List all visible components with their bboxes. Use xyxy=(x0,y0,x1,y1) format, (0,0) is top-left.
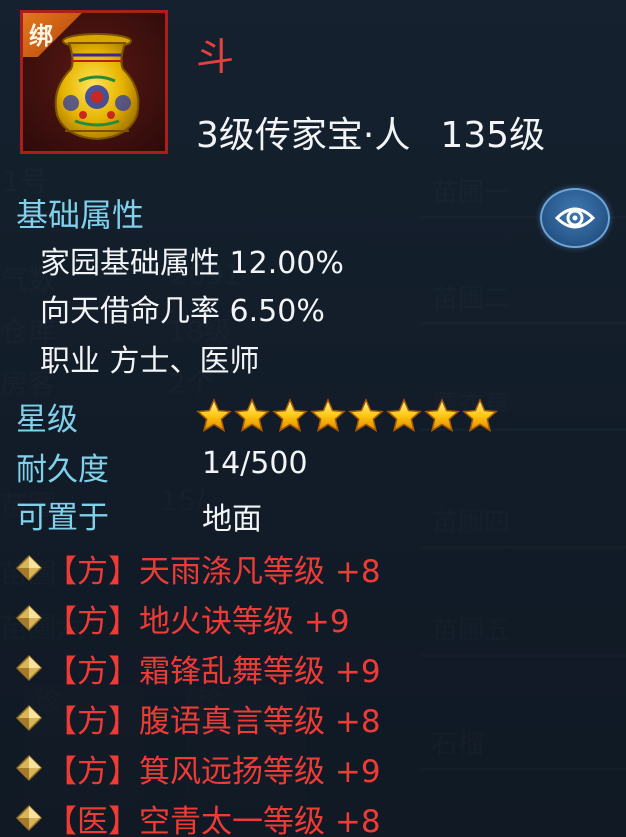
gold-star-icon xyxy=(424,398,460,434)
durability-label: 耐久度 xyxy=(16,452,109,488)
gold-star-icon xyxy=(386,398,422,434)
gold-star-icon xyxy=(272,398,308,434)
skill-bonus-row: 【方】箕风远扬等级 +9 xyxy=(14,748,381,790)
item-level: 135级 xyxy=(440,115,546,156)
section-title-base-attributes: 基础属性 xyxy=(16,196,145,234)
attribute-line: 家园基础属性 12.00% xyxy=(40,246,344,281)
attribute-line: 向天借命几率 6.50% xyxy=(40,294,325,329)
placement-label: 可置于 xyxy=(16,500,109,536)
gold-star-icon xyxy=(310,398,346,434)
gold-star-icon xyxy=(196,398,232,434)
diamond-bullet-icon xyxy=(14,603,44,633)
item-name: 斗 xyxy=(196,35,235,79)
gold-star-icon xyxy=(234,398,270,434)
eye-icon xyxy=(555,207,595,229)
item-subtitle: 3级传家宝·人 135级 xyxy=(196,106,545,158)
attribute-line: 职业 方士、医师 xyxy=(40,344,260,379)
gold-star-icon xyxy=(348,398,384,434)
skill-bonus-row: 【方】霜锋乱舞等级 +9 xyxy=(14,648,381,690)
star-rank xyxy=(196,398,498,434)
skill-bonus-row: 【医】空青太一等级 +8 xyxy=(14,798,381,837)
diamond-bullet-icon xyxy=(14,753,44,783)
skill-bonus-text: 【方】箕风远扬等级 +9 xyxy=(46,753,381,790)
bind-label: 绑 xyxy=(29,21,53,50)
star-rank-label: 星级 xyxy=(16,402,78,438)
skill-bonus-row: 【方】地火诀等级 +9 xyxy=(14,598,350,640)
bind-badge: 绑 xyxy=(23,13,85,57)
skill-bonus-text: 【方】天雨涤凡等级 +8 xyxy=(46,553,381,590)
skill-bonus-text: 【方】地火诀等级 +9 xyxy=(46,603,350,640)
item-tooltip-panel: 绑 斗 3级传家宝·人 135级 基础属性 家园基础属性 12.00% 向天借命几… xyxy=(0,0,626,837)
item-grade: 3级传家宝·人 xyxy=(196,115,411,156)
skill-bonus-text: 【方】腹语真言等级 +8 xyxy=(46,703,381,740)
item-icon-frame[interactable]: 绑 xyxy=(20,10,168,154)
skill-bonus-row: 【方】腹语真言等级 +8 xyxy=(14,698,381,740)
placement-value: 地面 xyxy=(202,502,262,537)
diamond-bullet-icon xyxy=(14,703,44,733)
skill-bonus-row: 【方】天雨涤凡等级 +8 xyxy=(14,548,381,590)
diamond-bullet-icon xyxy=(14,653,44,683)
durability-value: 14/500 xyxy=(202,446,308,481)
gold-star-icon xyxy=(462,398,498,434)
diamond-bullet-icon xyxy=(14,803,44,833)
diamond-bullet-icon xyxy=(14,553,44,583)
preview-button[interactable] xyxy=(540,188,610,248)
skill-bonus-text: 【医】空青太一等级 +8 xyxy=(46,803,381,837)
skill-bonus-text: 【方】霜锋乱舞等级 +9 xyxy=(46,653,381,690)
